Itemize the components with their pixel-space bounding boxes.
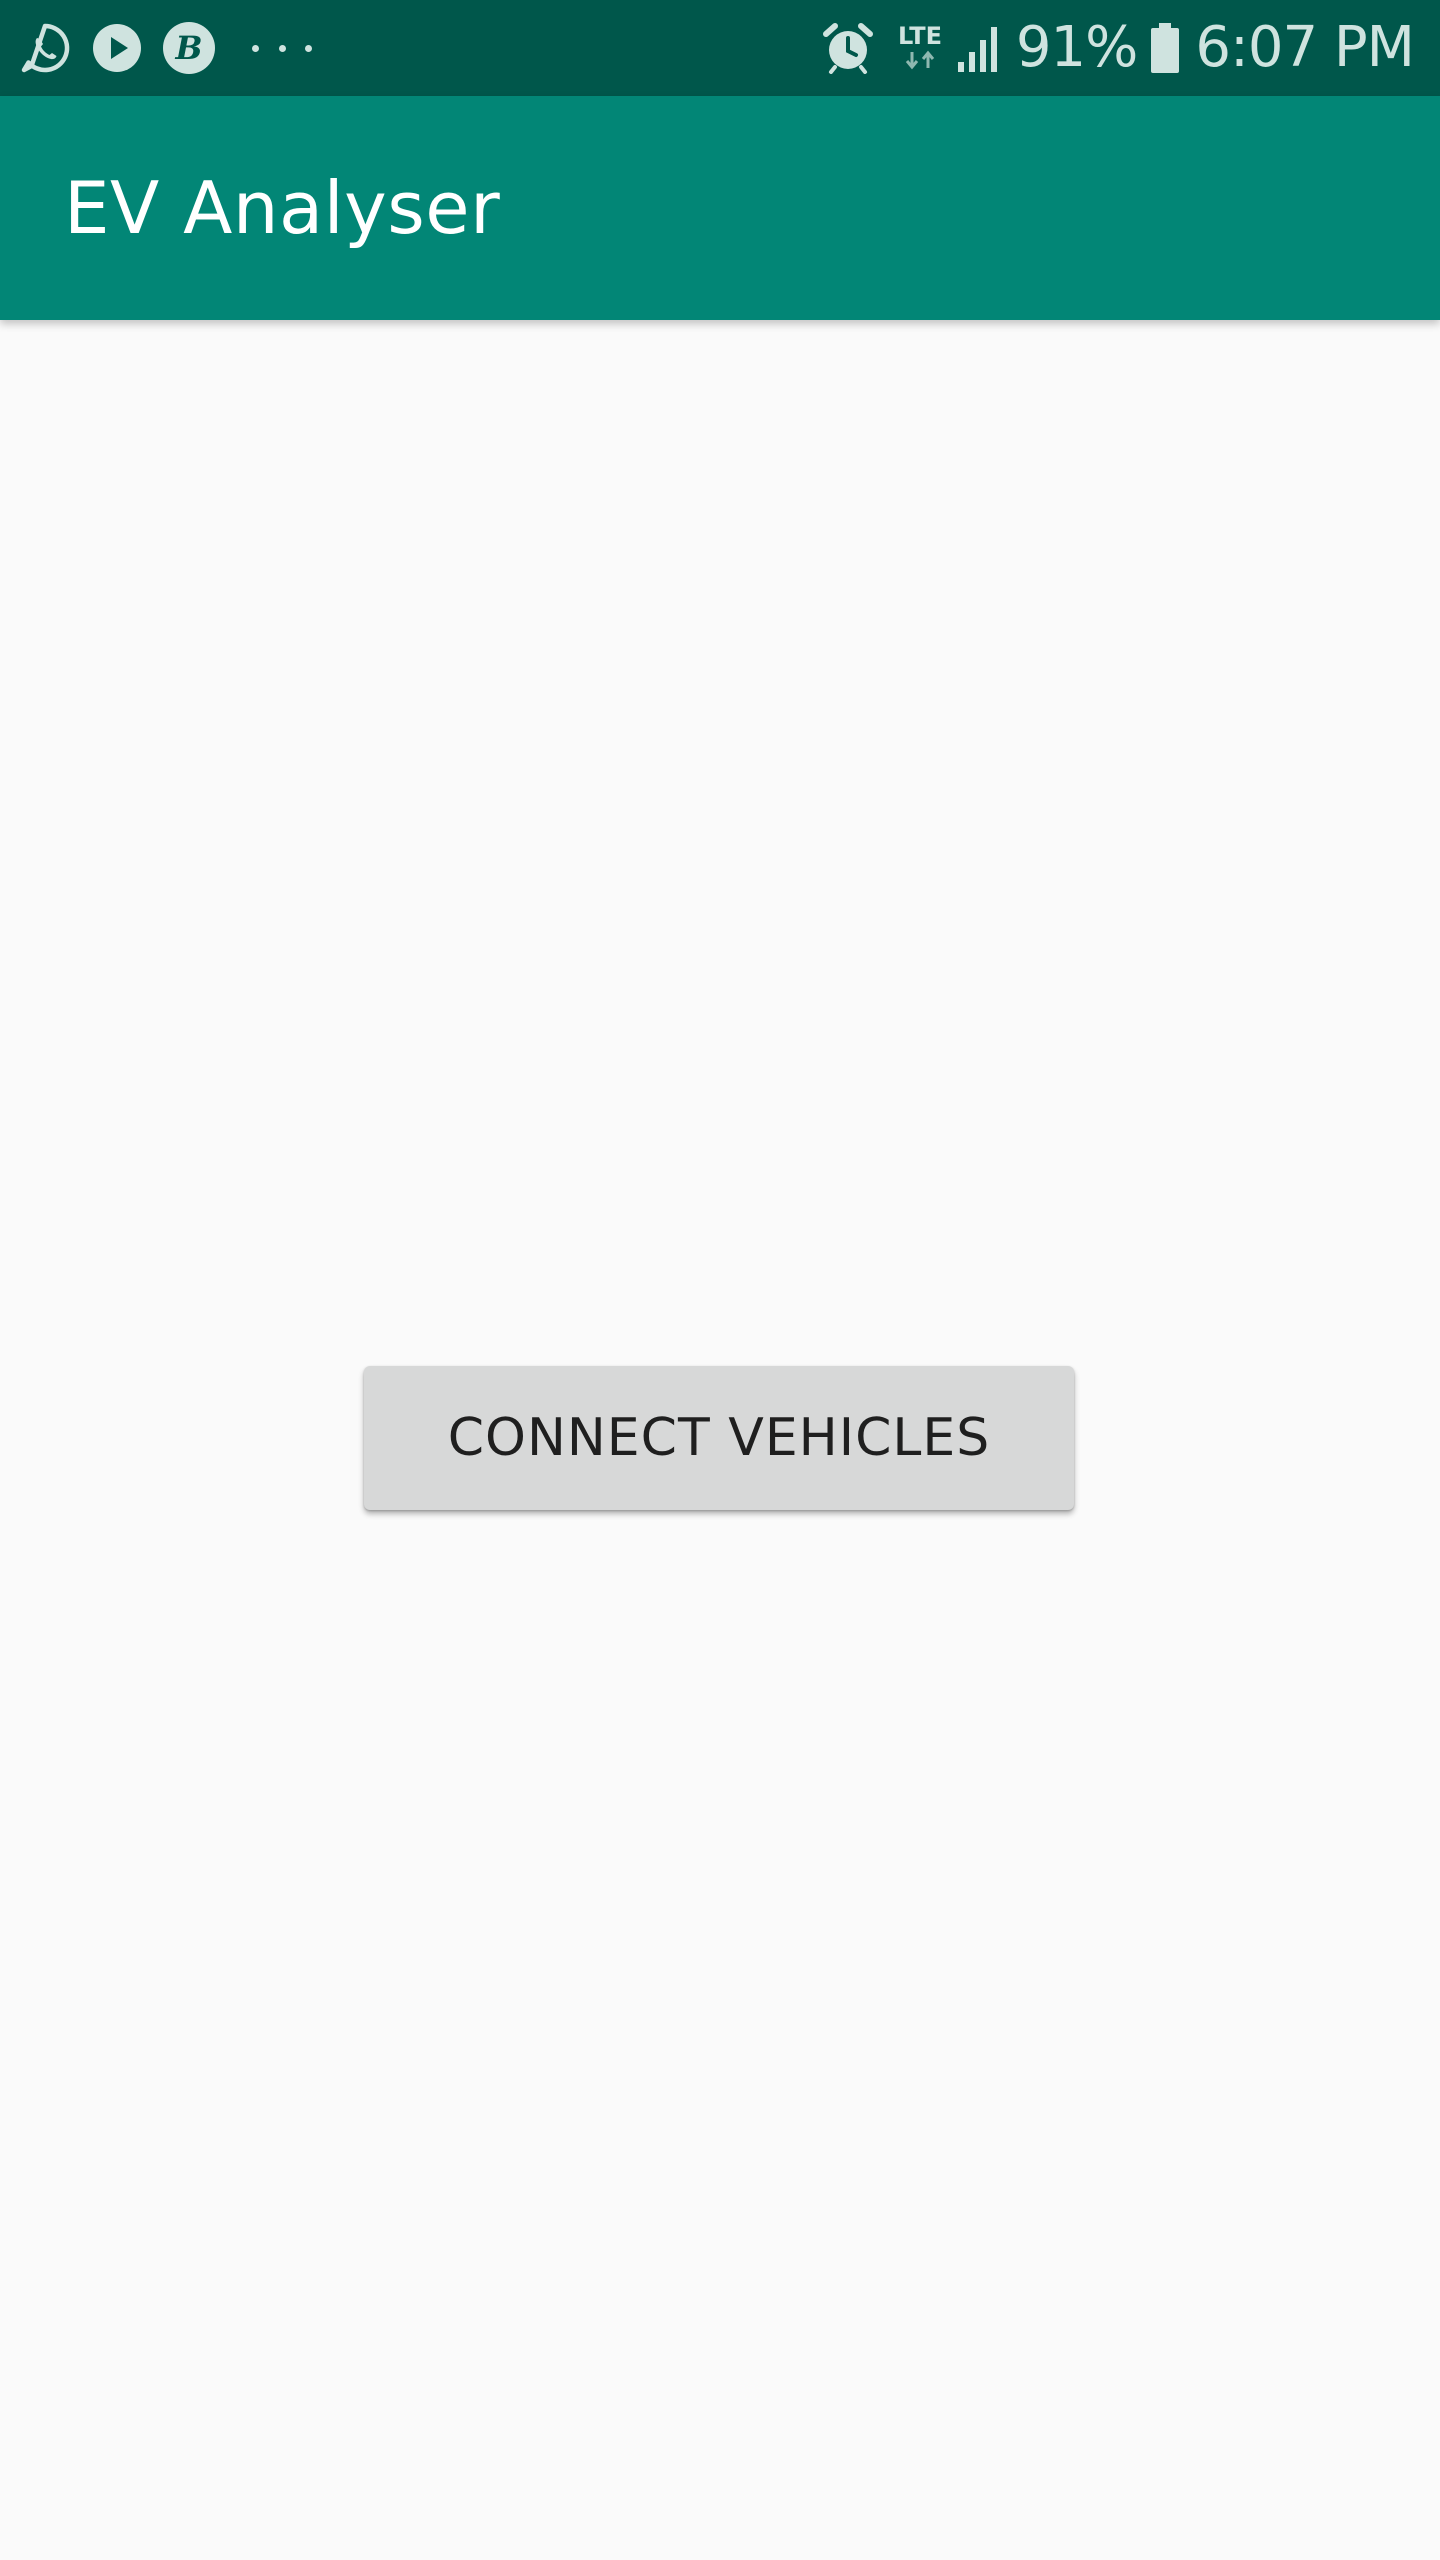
whatsapp-icon bbox=[18, 21, 72, 75]
lte-icon: LTE bbox=[892, 22, 948, 74]
app-title: EV Analyser bbox=[64, 166, 501, 250]
b-app-letter: B bbox=[174, 29, 202, 67]
clock: 6:07 PM bbox=[1195, 15, 1415, 80]
system-status: LTE 91% 6:07 PM bbox=[822, 0, 1415, 96]
play-icon bbox=[90, 21, 144, 75]
battery-icon bbox=[1149, 21, 1181, 75]
lte-label: LTE bbox=[898, 22, 942, 50]
battery-percent: 91% bbox=[1015, 15, 1138, 80]
connect-vehicles-button[interactable]: CONNECT VEHICLES bbox=[364, 1366, 1074, 1510]
status-bar: B LTE 91% 6:07 PM bbox=[0, 0, 1440, 96]
b-app-icon: B bbox=[162, 21, 216, 75]
app-bar: EV Analyser bbox=[0, 96, 1440, 320]
more-notifications-icon bbox=[252, 21, 312, 75]
notification-icons: B bbox=[18, 18, 312, 78]
alarm-icon bbox=[822, 22, 874, 74]
signal-icon bbox=[956, 22, 1004, 74]
